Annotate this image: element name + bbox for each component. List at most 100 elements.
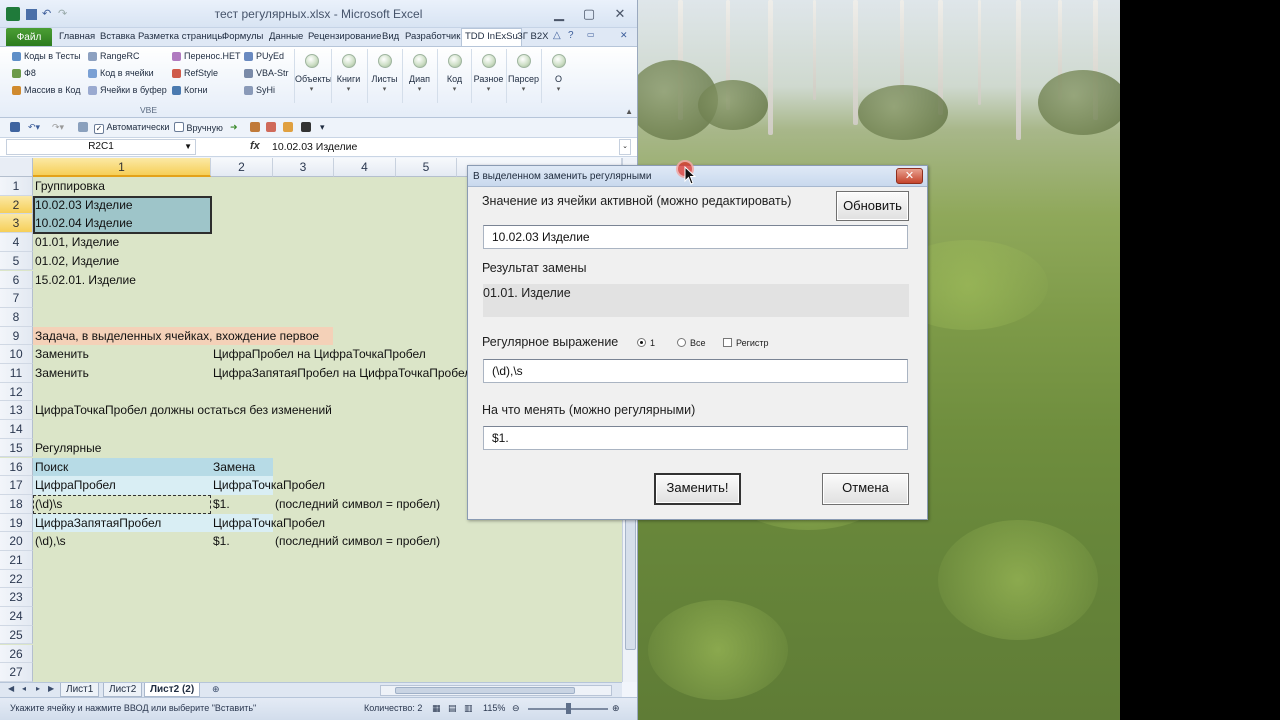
tab-review[interactable]: Рецензирование: [308, 31, 381, 42]
regex-input[interactable]: (\d),\s: [483, 359, 908, 383]
replace-with-input[interactable]: $1.: [483, 426, 908, 450]
tab-tdd-inexsu[interactable]: TDD InExSu: [461, 28, 522, 47]
page-break-icon[interactable]: ▥: [464, 703, 473, 714]
cell-a[interactable]: [33, 588, 35, 607]
cell-c[interactable]: [273, 439, 275, 458]
ribbon-misc-button[interactable]: Разное ▾: [471, 49, 505, 103]
preview-icon[interactable]: [78, 122, 88, 133]
cell-c[interactable]: [273, 551, 275, 570]
row-header[interactable]: 26: [0, 644, 33, 664]
cell-c[interactable]: [273, 588, 275, 607]
ribbon-puyed[interactable]: PUyEd: [244, 51, 284, 61]
row-header[interactable]: 6: [0, 270, 33, 290]
ribbon-codes-to-tests[interactable]: Коды в Тесты: [12, 51, 81, 61]
cell-a[interactable]: Заменить: [33, 364, 89, 383]
row-header[interactable]: 4: [0, 233, 33, 252]
cell-c[interactable]: [273, 570, 275, 589]
row-header[interactable]: 12: [0, 382, 33, 402]
row-header[interactable]: 5: [0, 251, 33, 271]
redo-icon[interactable]: ↷▾: [52, 122, 64, 133]
case-checkbox[interactable]: [723, 338, 732, 347]
box-icon[interactable]: [283, 122, 293, 133]
cell-c[interactable]: [273, 196, 275, 215]
ribbon-code-to-cells[interactable]: Код в ячейки: [88, 68, 154, 78]
minimize-icon[interactable]: ▁: [547, 5, 571, 23]
close-workbook-icon[interactable]: ✕: [620, 30, 628, 41]
cell-b[interactable]: Замена: [211, 458, 255, 477]
cell-a[interactable]: [33, 420, 35, 439]
cell-c[interactable]: [273, 663, 275, 682]
select-all-corner[interactable]: [0, 158, 33, 177]
horizontal-scrollbar[interactable]: [380, 685, 612, 696]
row-header[interactable]: 20: [0, 532, 33, 551]
cell-c[interactable]: [273, 345, 275, 364]
radio-all-matches[interactable]: [677, 338, 686, 347]
maximize-icon[interactable]: ▢: [577, 5, 601, 23]
cell-b[interactable]: [211, 588, 213, 607]
expand-formula-icon[interactable]: ⌄: [619, 139, 631, 155]
cell-c[interactable]: [273, 476, 275, 495]
arrow-icon[interactable]: ➜: [230, 122, 238, 133]
row-header[interactable]: 14: [0, 420, 33, 439]
cell-a[interactable]: 01.02, Изделие: [33, 252, 119, 271]
row-header[interactable]: 25: [0, 625, 33, 645]
row-header[interactable]: 8: [0, 307, 33, 327]
close-icon[interactable]: ✕: [608, 5, 632, 23]
cell-c[interactable]: [273, 626, 275, 645]
tab-data[interactable]: Данные: [269, 31, 303, 42]
cell-b[interactable]: [211, 177, 213, 196]
replace-button[interactable]: Заменить!: [654, 473, 741, 505]
sheet-tab-list2-copy[interactable]: Лист2 (2): [144, 683, 201, 697]
row-header[interactable]: 23: [0, 588, 33, 608]
minimize-ribbon-icon[interactable]: △: [553, 30, 561, 41]
ribbon-sheets-button[interactable]: Листы ▾: [367, 49, 401, 103]
cell-a[interactable]: 01.01, Изделие: [33, 233, 119, 252]
row-header[interactable]: 22: [0, 569, 33, 589]
help-icon[interactable]: ?: [568, 30, 574, 41]
cell-b[interactable]: [211, 551, 213, 570]
cell-c[interactable]: [273, 233, 275, 252]
ribbon-about-button[interactable]: О ▾: [541, 49, 575, 103]
cell-a[interactable]: [33, 289, 35, 308]
cell-b[interactable]: [211, 401, 213, 420]
refresh-button[interactable]: Обновить: [836, 191, 909, 221]
cell-a[interactable]: [33, 551, 35, 570]
cell-b[interactable]: $1.: [211, 495, 230, 514]
cell-a[interactable]: ЦифраЗапятаяПробел: [33, 514, 161, 533]
cell-a[interactable]: [33, 570, 35, 589]
cell-c[interactable]: [273, 420, 275, 439]
cell-a[interactable]: Поиск: [33, 458, 68, 477]
cell-b[interactable]: [211, 327, 213, 346]
row-header[interactable]: 21: [0, 551, 33, 570]
ribbon-code-button[interactable]: Код ▾: [437, 49, 471, 103]
cell-b[interactable]: ЦифраТочкаПробел: [211, 476, 325, 495]
cell-b[interactable]: [211, 570, 213, 589]
row-header[interactable]: 3: [0, 214, 33, 234]
next-sheet-icon[interactable]: ▸: [36, 684, 40, 693]
ribbon-refstyle[interactable]: RefStyle: [172, 68, 218, 78]
row-header[interactable]: 19: [0, 513, 33, 533]
first-sheet-icon[interactable]: ◀: [8, 684, 14, 693]
row-header[interactable]: 2: [0, 195, 33, 215]
column-header-3[interactable]: 3: [273, 158, 334, 177]
cell-b[interactable]: [211, 439, 213, 458]
ribbon-rangerc[interactable]: RangeRC: [88, 51, 140, 61]
cell-b[interactable]: [211, 645, 213, 664]
row-header[interactable]: 9: [0, 326, 33, 346]
cell-a[interactable]: [33, 308, 35, 327]
tab-view[interactable]: Вид: [382, 31, 399, 42]
cell-c[interactable]: [273, 252, 275, 271]
ribbon-vba-str[interactable]: VBA-Str: [244, 68, 289, 78]
cell-b[interactable]: ЦифраЗапятаяПробел на ЦифраТочкаПробел: [211, 364, 471, 383]
scroll-thumb[interactable]: [395, 687, 575, 694]
cell-b[interactable]: [211, 233, 213, 252]
cell-a[interactable]: (\d),\s: [33, 532, 66, 551]
manual-calc-checkbox[interactable]: Вручную: [174, 122, 223, 133]
cell-a[interactable]: [33, 626, 35, 645]
cell-b[interactable]: $1.: [211, 532, 230, 551]
cell-a[interactable]: Регулярные: [33, 439, 101, 458]
cell-c[interactable]: [273, 308, 275, 327]
tab-formulas[interactable]: Формулы: [222, 31, 263, 42]
ribbon-kogni[interactable]: Когни: [172, 85, 208, 95]
cell-b[interactable]: [211, 252, 213, 271]
